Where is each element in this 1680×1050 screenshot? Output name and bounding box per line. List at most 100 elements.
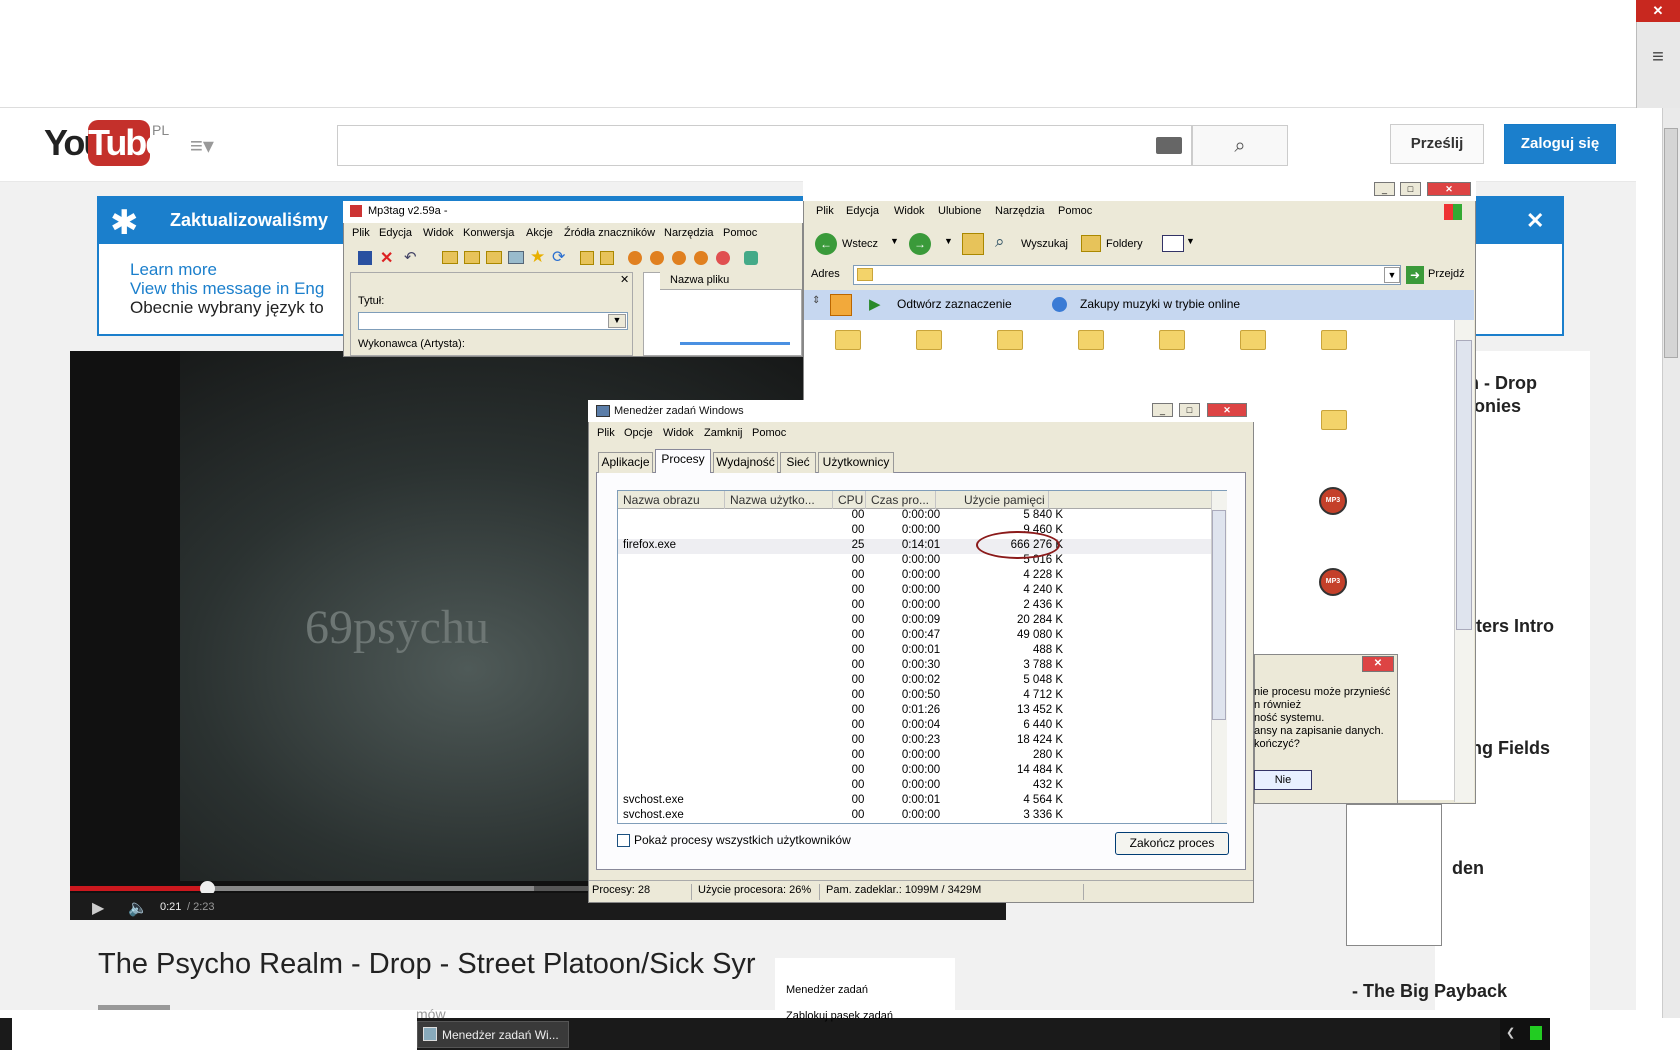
process-row[interactable]: 00 0:00:00 5 840 K xyxy=(618,509,1211,524)
add-folder-icon[interactable] xyxy=(464,251,480,264)
mp3tag-menu-widok[interactable]: Widok xyxy=(423,227,454,239)
explorer-menu-pomoc[interactable]: Pomoc xyxy=(1058,205,1092,217)
process-row[interactable]: 00 0:00:30 3 788 K xyxy=(618,659,1211,674)
tm-menu-widok[interactable]: Widok xyxy=(663,427,694,439)
process-row[interactable]: 00 0:00:00 2 436 K xyxy=(618,599,1211,614)
process-row[interactable]: 00 0:00:00 9 460 K xyxy=(618,524,1211,539)
volume-icon[interactable]: 🔈 xyxy=(128,898,148,918)
tag-to-tag-icon[interactable] xyxy=(694,251,708,265)
tab-procesy[interactable]: Procesy xyxy=(655,449,711,473)
dialog-close-button[interactable]: ✕ xyxy=(1362,656,1394,672)
process-row[interactable]: 00 0:00:00 4 240 K xyxy=(618,584,1211,599)
play-icon[interactable]: ▶ xyxy=(92,898,104,918)
explorer-menu-narzedzia[interactable]: Narzędzia xyxy=(995,205,1045,217)
explorer-menu-ulubione[interactable]: Ulubione xyxy=(938,205,981,217)
mp3tag-menu-plik[interactable]: Plik xyxy=(352,227,370,239)
delete-icon[interactable]: ✕ xyxy=(380,248,393,268)
folder-icon[interactable] xyxy=(1321,410,1347,430)
tm-menu-plik[interactable]: Plik xyxy=(597,427,615,439)
logo-tube-text[interactable]: Tube xyxy=(88,120,165,166)
save-icon[interactable] xyxy=(358,251,372,265)
col-memory[interactable]: Użycie pamięci xyxy=(936,491,1049,509)
mp3tag-menu-edycja[interactable]: Edycja xyxy=(379,227,412,239)
process-row[interactable]: firefox.exe 25 0:14:01 666 276 K xyxy=(618,539,1211,554)
address-dropdown-icon[interactable]: ▼ xyxy=(1384,267,1400,283)
address-input[interactable] xyxy=(853,265,1401,285)
folders-button[interactable]: Foldery xyxy=(1106,238,1143,250)
search-input[interactable] xyxy=(337,125,1192,166)
explorer-menu-edycja[interactable]: Edycja xyxy=(846,205,879,217)
back-dropdown-icon[interactable]: ▼ xyxy=(890,236,899,246)
folder-icon[interactable] xyxy=(916,330,942,350)
explorer-scrollbar-thumb[interactable] xyxy=(1456,340,1472,630)
open-folder-icon[interactable] xyxy=(442,251,458,264)
related-title-3[interactable]: tters Intro xyxy=(1470,616,1554,637)
process-row[interactable]: 00 0:00:04 6 440 K xyxy=(618,719,1211,734)
back-arrow-icon[interactable]: ← xyxy=(815,233,837,255)
related-title-2[interactable]: onies xyxy=(1474,396,1521,417)
web-sources-icon[interactable] xyxy=(716,251,730,265)
play-selection-icon[interactable]: ▶ xyxy=(869,295,881,313)
text-to-tag-icon[interactable] xyxy=(672,251,686,265)
folder-icon[interactable] xyxy=(835,330,861,350)
folder-icon[interactable] xyxy=(1159,330,1185,350)
views-icon[interactable] xyxy=(1162,235,1184,252)
tag-from-filename-icon[interactable] xyxy=(628,251,642,265)
filename-column-header[interactable]: Nazwa pliku xyxy=(660,272,802,290)
mp3tag-menu-konwersja[interactable]: Konwersja xyxy=(463,227,514,239)
folders-icon[interactable] xyxy=(1081,235,1101,252)
cut-icon[interactable] xyxy=(580,251,594,265)
play-selection-button[interactable]: Odtwórz zaznaczenie xyxy=(897,297,1012,311)
tray-expand-icon[interactable]: ❮ xyxy=(1506,1026,1515,1039)
tab-wydajnosc[interactable]: Wydajność xyxy=(713,452,778,473)
page-scrollbar-thumb[interactable] xyxy=(1664,128,1678,358)
folder-icon[interactable] xyxy=(1321,330,1347,350)
show-all-processes-label[interactable]: Pokaż procesy wszystkich użytkowników xyxy=(634,833,851,847)
col-user-name[interactable]: Nazwa użytko... xyxy=(725,491,833,509)
panel-close-icon[interactable]: ✕ xyxy=(620,273,629,286)
search-button[interactable]: ⌕ xyxy=(1192,125,1288,166)
case-convert-icon[interactable] xyxy=(744,251,758,265)
title-field[interactable] xyxy=(358,312,628,330)
mp3tag-menu-narzedzia[interactable]: Narzędzia xyxy=(664,227,714,239)
hamburger-icon[interactable]: ≡ xyxy=(1644,46,1672,68)
undo-icon[interactable]: ↶ xyxy=(404,248,417,266)
no-button[interactable]: Nie xyxy=(1254,770,1312,790)
up-folder-icon[interactable] xyxy=(962,233,984,255)
login-button[interactable]: Zaloguj się xyxy=(1504,124,1616,164)
process-row[interactable]: svchost.exe 00 0:00:00 3 336 K xyxy=(618,809,1211,824)
end-process-button[interactable]: Zakończ proces xyxy=(1115,832,1229,855)
folder-icon[interactable] xyxy=(1240,330,1266,350)
process-list-scrollbar-thumb[interactable] xyxy=(1212,510,1226,720)
explorer-maximize-button[interactable]: □ xyxy=(1400,182,1421,196)
process-row[interactable]: 00 0:00:00 14 484 K xyxy=(618,764,1211,779)
mp3-file-icon[interactable]: MP3 xyxy=(1319,487,1347,515)
forward-dropdown-icon[interactable]: ▼ xyxy=(944,236,953,246)
folder-icon[interactable] xyxy=(997,330,1023,350)
playlist-icon[interactable] xyxy=(508,251,524,264)
back-button[interactable]: Wstecz xyxy=(842,238,878,250)
context-item-lock-taskbar[interactable]: Zablokuj pasek zadań xyxy=(786,1010,893,1022)
tm-menu-opcje[interactable]: Opcje xyxy=(624,427,653,439)
context-item-task-manager[interactable]: Menedżer zadań xyxy=(786,984,868,996)
explorer-search-button[interactable]: Wyszukaj xyxy=(1021,238,1068,250)
col-cpu-time[interactable]: Czas pro... xyxy=(866,491,936,509)
explorer-menu-widok[interactable]: Widok xyxy=(894,205,925,217)
title-dropdown-icon[interactable]: ▼ xyxy=(608,314,626,328)
media-player-icon[interactable] xyxy=(830,294,852,316)
tm-close-button[interactable]: ✕ xyxy=(1207,403,1247,417)
explorer-menu-plik[interactable]: Plik xyxy=(816,205,834,217)
updown-icon[interactable]: ⇕ xyxy=(812,295,820,306)
learn-more-link[interactable]: Learn more xyxy=(130,260,217,280)
process-row[interactable]: 00 0:01:26 13 452 K xyxy=(618,704,1211,719)
process-row[interactable]: 00 0:00:00 280 K xyxy=(618,749,1211,764)
buy-music-button[interactable]: Zakupy muzyki w trybie online xyxy=(1080,297,1240,311)
view-message-link[interactable]: View this message in Eng xyxy=(130,279,324,299)
tab-siec[interactable]: Sieć xyxy=(780,452,816,473)
process-row[interactable]: 00 0:00:23 18 424 K xyxy=(618,734,1211,749)
mp3-file-icon[interactable]: MP3 xyxy=(1319,568,1347,596)
mp3tag-menu-akcje[interactable]: Akcje xyxy=(526,227,553,239)
tab-aplikacje[interactable]: Aplikacje xyxy=(598,452,653,473)
process-row[interactable]: 00 0:00:00 4 228 K xyxy=(618,569,1211,584)
related-title-6[interactable]: - The Big Payback xyxy=(1352,981,1507,1002)
